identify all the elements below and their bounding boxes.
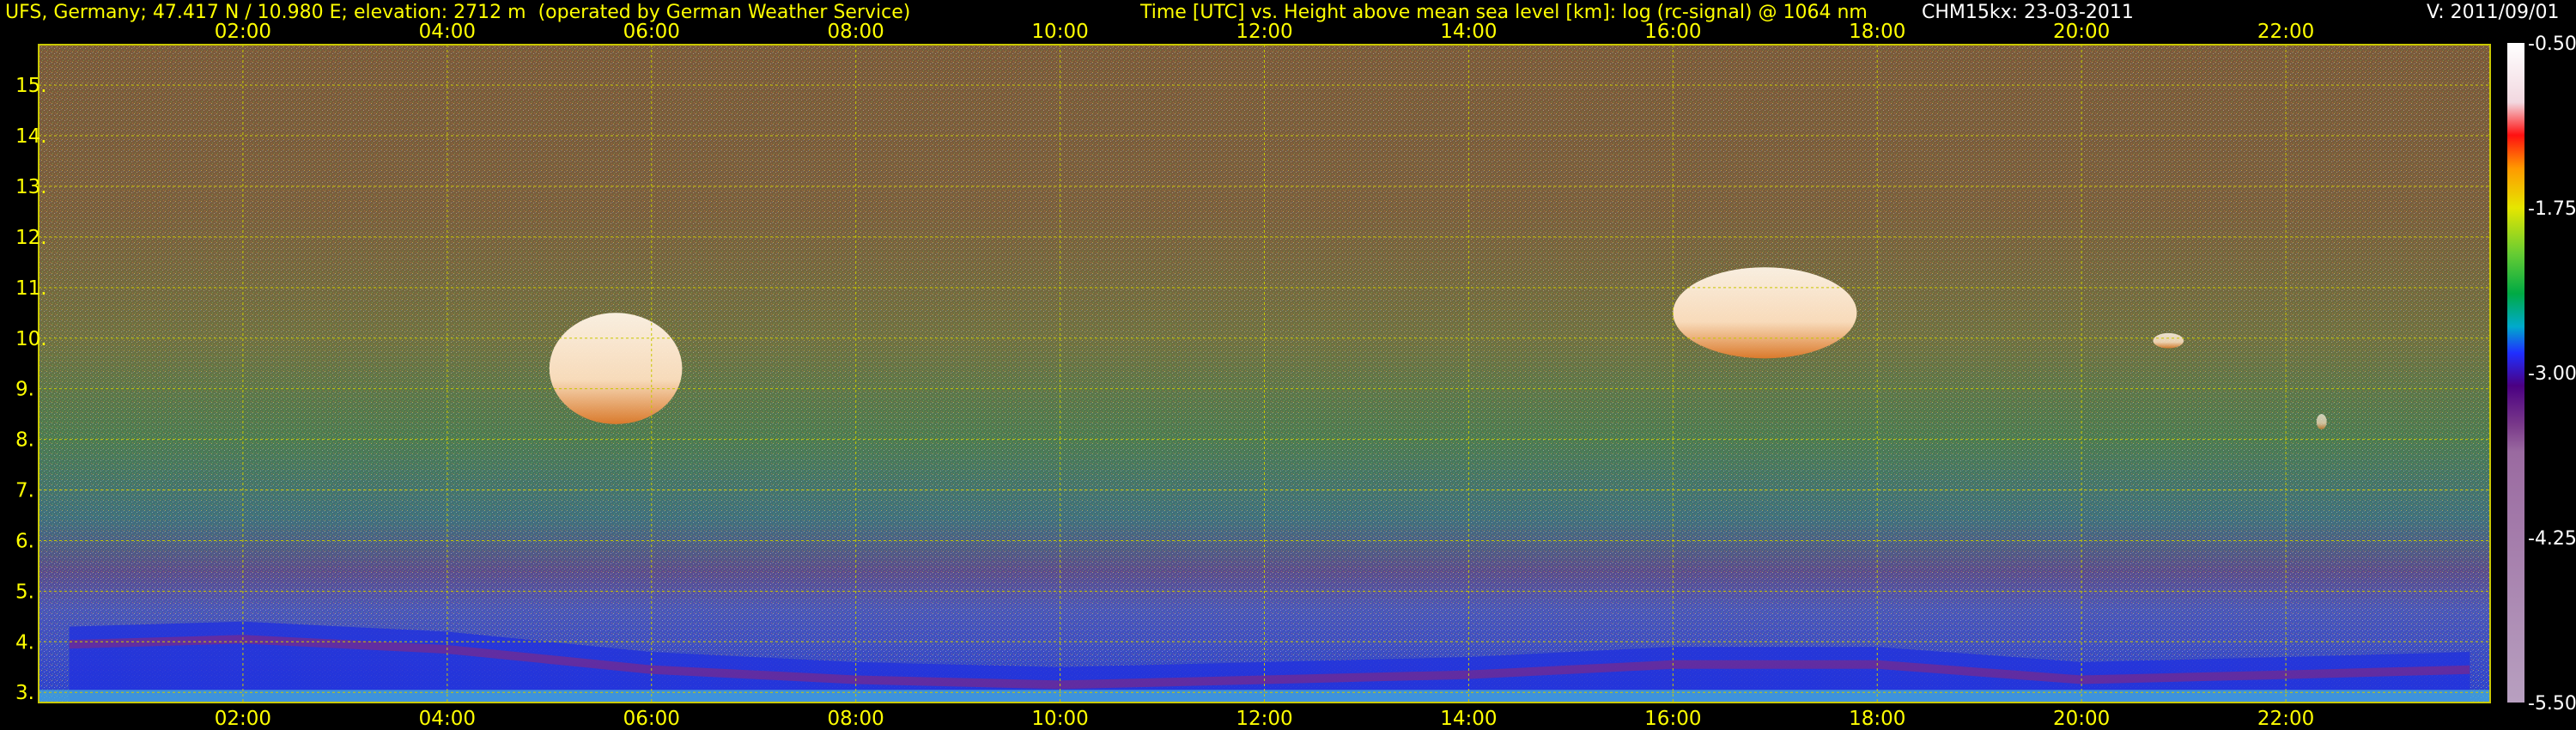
- y-tick-label: 11.: [15, 277, 47, 300]
- colorbar-tick-label: -5.50: [2528, 693, 2576, 715]
- x-tick-label-bottom: 14:00: [1440, 708, 1497, 730]
- x-tick-label-bottom: 22:00: [2257, 708, 2314, 730]
- x-tick-label-bottom: 20:00: [2053, 708, 2110, 730]
- x-tick-label-top: 10:00: [1031, 21, 1088, 43]
- cloud-feature-3: [2153, 332, 2184, 349]
- x-tick-label-top: 06:00: [623, 21, 680, 43]
- y-tick-label: 3.: [15, 682, 34, 704]
- colorbar: -0.50 -1.75 -3.00 -4.25 -5.50: [2507, 33, 2576, 715]
- colorbar-tick-label: -3.00: [2528, 363, 2576, 385]
- y-tick-label: 4.: [15, 631, 34, 654]
- x-tick-label-bottom: 10:00: [1031, 708, 1088, 730]
- x-tick-label-top: 18:00: [1849, 21, 1905, 43]
- x-tick-label-top: 20:00: [2053, 21, 2110, 43]
- cloud-feature-1: [549, 313, 683, 424]
- x-tick-label-top: 12:00: [1236, 21, 1292, 43]
- colorbar-tick-label: -4.25: [2528, 528, 2576, 550]
- y-tick-label: 7.: [15, 480, 34, 502]
- colorbar-tick-label: -1.75: [2528, 198, 2576, 220]
- y-tick-label: 8.: [15, 429, 34, 452]
- x-tick-label-bottom: 06:00: [623, 708, 680, 730]
- colorbar-scale: [2507, 43, 2524, 703]
- x-tick-label-top: 22:00: [2257, 21, 2314, 43]
- x-tick-label-top: 14:00: [1440, 21, 1497, 43]
- cloud-feature-2: [1673, 267, 1857, 359]
- colorbar-tick-label: -0.50: [2528, 33, 2576, 55]
- y-tick-label: 15.: [15, 75, 47, 97]
- x-tick-label-bottom: 18:00: [1849, 708, 1905, 730]
- x-tick-label-bottom: 08:00: [828, 708, 884, 730]
- x-tick-label-top: 08:00: [828, 21, 884, 43]
- backscatter-heatmap: 02:00 02:00 04:00 04:00 06:00 06:00 08:00 08:00…: [15, 21, 2576, 730]
- y-tick-label: 12.: [15, 227, 47, 249]
- y-tick-label: 5.: [15, 581, 34, 603]
- y-tick-label: 10.: [15, 328, 47, 350]
- x-tick-label-bottom: 02:00: [215, 708, 271, 730]
- cloud-feature-4: [2316, 414, 2327, 429]
- x-tick-label-bottom: 12:00: [1236, 708, 1292, 730]
- y-tick-label: 6.: [15, 530, 34, 552]
- x-tick-label-bottom: 16:00: [1644, 708, 1701, 730]
- y-tick-label: 13.: [15, 176, 47, 198]
- x-tick-label-top: 02:00: [215, 21, 271, 43]
- y-tick-label: 9.: [15, 379, 34, 401]
- y-tick-label: 14.: [15, 125, 47, 148]
- lidar-figure: UFS, Germany; 47.417 N / 10.980 E; eleva…: [0, 0, 2576, 730]
- x-tick-label-bottom: 04:00: [419, 708, 476, 730]
- x-tick-label-top: 04:00: [419, 21, 476, 43]
- x-tick-label-top: 16:00: [1644, 21, 1701, 43]
